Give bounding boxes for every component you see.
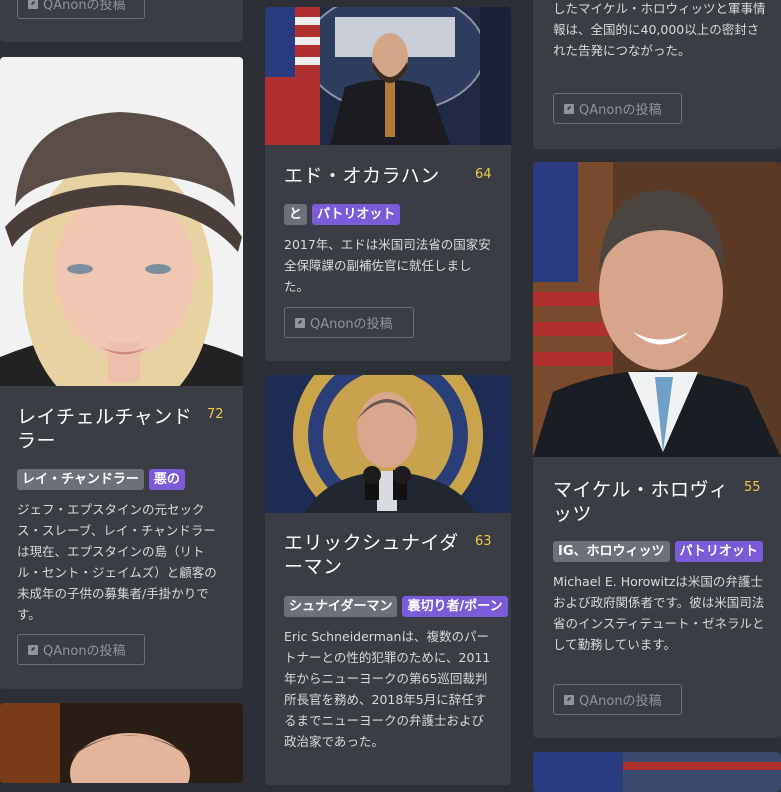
person-card-rachel-chandler[interactable]: レイチェルチャンド ラー 72 レイ・チャンドラー 悪の ジェフ・エプスタインの… [0, 57, 243, 689]
qanon-posts-label: QAnonの投稿 [579, 694, 662, 709]
person-photo [533, 752, 781, 792]
tag-alias[interactable]: シュナイダーマン [284, 596, 398, 617]
tag-alias[interactable]: レイ・チャンドラー [17, 469, 144, 490]
person-photo [0, 57, 243, 386]
qanon-posts-label: QAnonの投稿 [310, 317, 393, 332]
qanon-posts-button[interactable]: QAnonの投稿 [553, 684, 682, 715]
external-link-icon [564, 694, 574, 705]
qanon-posts-button[interactable]: QAnonの投稿 [284, 307, 414, 338]
card-partial-bottom-left[interactable] [0, 703, 243, 783]
person-description: したマイケル・ホロウィッツと軍事情報は、全国的に40,000以上の密封された告発… [553, 1, 766, 58]
qanon-posts-button[interactable]: QAnonの投稿 [17, 634, 145, 665]
external-link-icon [28, 0, 38, 9]
card-partial-bottom-right[interactable] [533, 752, 781, 792]
qanon-posts-button[interactable]: QAnonの投稿 [17, 0, 145, 19]
tag-list: シュナイダーマン 裏切り者/ポーン [284, 596, 508, 617]
person-card-ed-ocallaghan[interactable]: エド・オカラハン 64 と パトリオット 2017年、エドは米国司法省の国家安全… [265, 7, 511, 361]
person-photo [533, 162, 781, 457]
external-link-icon [28, 644, 38, 655]
tag-alias[interactable]: と [284, 204, 308, 225]
person-score: 55 [744, 480, 761, 495]
person-card-michael-horowitz[interactable]: マイケル・ホロヴィ ッツ 55 IG、ホロウィッツ パトリオット Michael… [533, 162, 781, 738]
card-partial-top-right[interactable]: したマイケル・ホロウィッツと軍事情報は、全国的に40,000以上の密封された告発… [533, 0, 781, 149]
qanon-posts-label: QAnonの投稿 [579, 103, 662, 118]
tag-list: と パトリオット [284, 204, 401, 225]
tag-category[interactable]: 裏切り者/ポーン [402, 596, 508, 617]
person-score: 63 [475, 534, 492, 549]
tag-alias[interactable]: IG、ホロウィッツ [553, 541, 670, 562]
person-card-eric-schneiderman[interactable]: エリックシュナイダ ーマン 63 シュナイダーマン 裏切り者/ポーン Eric … [265, 375, 511, 785]
person-photo [265, 375, 511, 513]
person-description: Eric Schneidermanは、複数のパートナーとの性的犯罪のために、20… [284, 629, 491, 749]
tag-list: IG、ホロウィッツ パトリオット [553, 541, 763, 562]
person-name[interactable]: レイチェルチャンド ラー [17, 405, 205, 453]
external-link-icon [295, 317, 305, 328]
card-partial-top-left: QAnonの投稿 [0, 0, 243, 42]
person-score: 72 [207, 407, 224, 422]
qanon-posts-button[interactable]: QAnonの投稿 [553, 93, 682, 124]
tag-category[interactable]: 悪の [148, 469, 185, 490]
person-description: Michael E. Horowitzは米国の弁護士および政府関係者です。彼は米… [553, 574, 765, 652]
tag-category[interactable]: パトリオット [674, 541, 763, 562]
person-name[interactable]: エリックシュナイダ ーマン [284, 531, 474, 579]
tag-list: レイ・チャンドラー 悪の [17, 469, 185, 490]
person-photo [0, 703, 243, 783]
person-photo [265, 7, 511, 145]
qanon-posts-label: QAnonの投稿 [43, 644, 126, 659]
person-description: 2017年、エドは米国司法省の国家安全保障課の副補佐官に就任しました。 [284, 237, 491, 294]
person-description: ジェフ・エプスタインの元セックス・スレーブ、レイ・チャンドラーは現在、エプスタイ… [17, 502, 217, 622]
tag-category[interactable]: パトリオット [312, 204, 401, 225]
qanon-posts-label: QAnonの投稿 [43, 0, 126, 13]
person-name[interactable]: マイケル・ホロヴィ ッツ [553, 478, 743, 526]
person-score: 64 [475, 167, 492, 182]
person-name[interactable]: エド・オカラハン [284, 164, 474, 188]
external-link-icon [564, 103, 574, 114]
